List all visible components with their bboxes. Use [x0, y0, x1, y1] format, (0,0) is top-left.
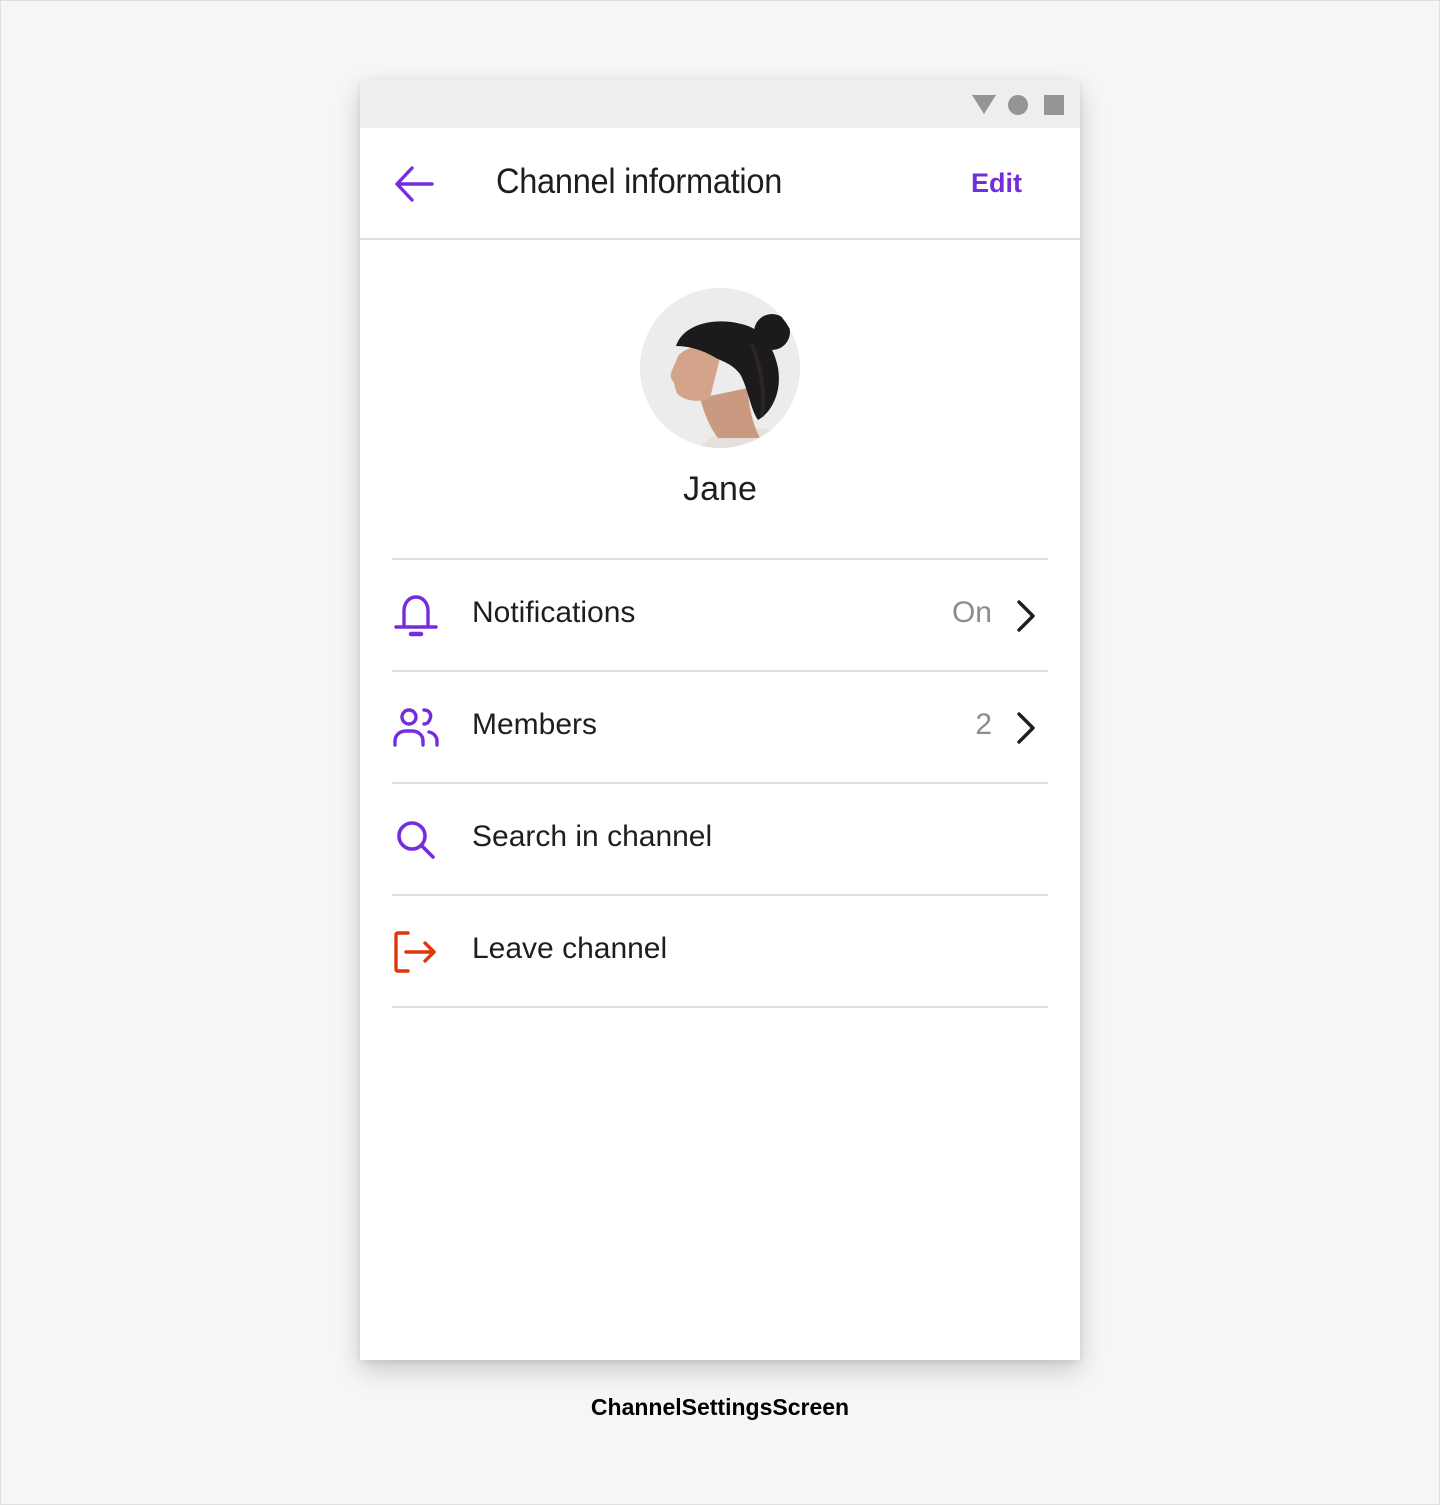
- status-bar: [360, 80, 1080, 128]
- bell-icon: [394, 595, 438, 637]
- menu-item-label: Search in channel: [472, 820, 713, 853]
- back-button[interactable]: [392, 164, 436, 204]
- menu-item-members[interactable]: Members 2: [392, 672, 1048, 784]
- menu-item-leave[interactable]: Leave channel: [392, 896, 1048, 1008]
- recents-square-icon: [1044, 95, 1064, 115]
- notifications-status: On: [951, 596, 992, 629]
- profile-name: Jane: [683, 470, 757, 508]
- screen-caption: ChannelSettingsScreen: [590, 1394, 850, 1420]
- avatar: [640, 288, 800, 448]
- search-icon: [397, 821, 435, 859]
- battery-circle-icon: [1008, 95, 1028, 115]
- menu-item-label: Notifications: [472, 596, 636, 629]
- menu-item-label: Members: [472, 708, 598, 741]
- members-count: 2: [975, 708, 992, 741]
- phone-screen: Channel information Edit Jane Notificati…: [360, 80, 1080, 1360]
- menu-item-notifications[interactable]: Notifications On: [392, 560, 1048, 672]
- signal-triangle-icon: [972, 95, 996, 114]
- arrow-left-icon: [395, 166, 434, 202]
- page-title: Channel information: [496, 162, 783, 201]
- chevron-right-icon: [1017, 600, 1035, 632]
- settings-menu: Notifications On Members 2 Search in cha…: [392, 558, 1048, 1008]
- edit-button[interactable]: Edit: [971, 168, 1022, 199]
- menu-item-search[interactable]: Search in channel: [392, 784, 1048, 896]
- app-header: Channel information Edit: [360, 128, 1080, 240]
- profile-photo: [640, 288, 800, 448]
- leave-icon: [394, 931, 436, 973]
- menu-item-label: Leave channel: [472, 932, 668, 965]
- members-icon: [393, 708, 439, 747]
- chevron-right-icon: [1017, 712, 1035, 744]
